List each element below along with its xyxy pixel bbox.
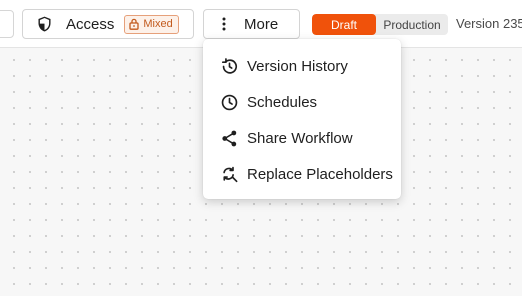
history-icon xyxy=(219,56,239,76)
menu-item-label: Share Workflow xyxy=(247,129,353,147)
environment-option-draft[interactable]: Draft xyxy=(312,14,376,35)
access-label: Access xyxy=(66,15,115,33)
menu-item-share-workflow[interactable]: Share Workflow xyxy=(203,120,401,156)
environment-option-production[interactable]: Production xyxy=(376,14,448,35)
version-label: Version 235 xyxy=(456,16,522,31)
shield-icon xyxy=(35,15,53,33)
clock-icon xyxy=(219,92,239,112)
access-button[interactable]: Access Mixed xyxy=(22,9,194,39)
more-menu: Version History Schedules Share Workflow xyxy=(203,39,401,199)
menu-item-replace-placeholders[interactable]: Replace Placeholders xyxy=(203,156,401,192)
menu-item-label: Replace Placeholders xyxy=(247,165,393,183)
mixed-badge-label: Mixed xyxy=(143,18,173,30)
more-label: More xyxy=(244,15,279,33)
menu-item-label: Version History xyxy=(247,57,348,75)
toolbar-button-partial[interactable] xyxy=(0,10,14,38)
menu-item-schedules[interactable]: Schedules xyxy=(203,84,401,120)
more-vertical-icon xyxy=(216,15,232,33)
find-replace-icon xyxy=(219,164,239,184)
more-button[interactable]: More xyxy=(203,9,300,39)
menu-item-version-history[interactable]: Version History xyxy=(203,48,401,84)
lock-icon xyxy=(129,18,140,30)
mixed-badge: Mixed xyxy=(124,14,179,34)
environment-toggle: Draft Production xyxy=(312,14,448,35)
share-icon xyxy=(219,128,239,148)
menu-item-label: Schedules xyxy=(247,93,318,111)
